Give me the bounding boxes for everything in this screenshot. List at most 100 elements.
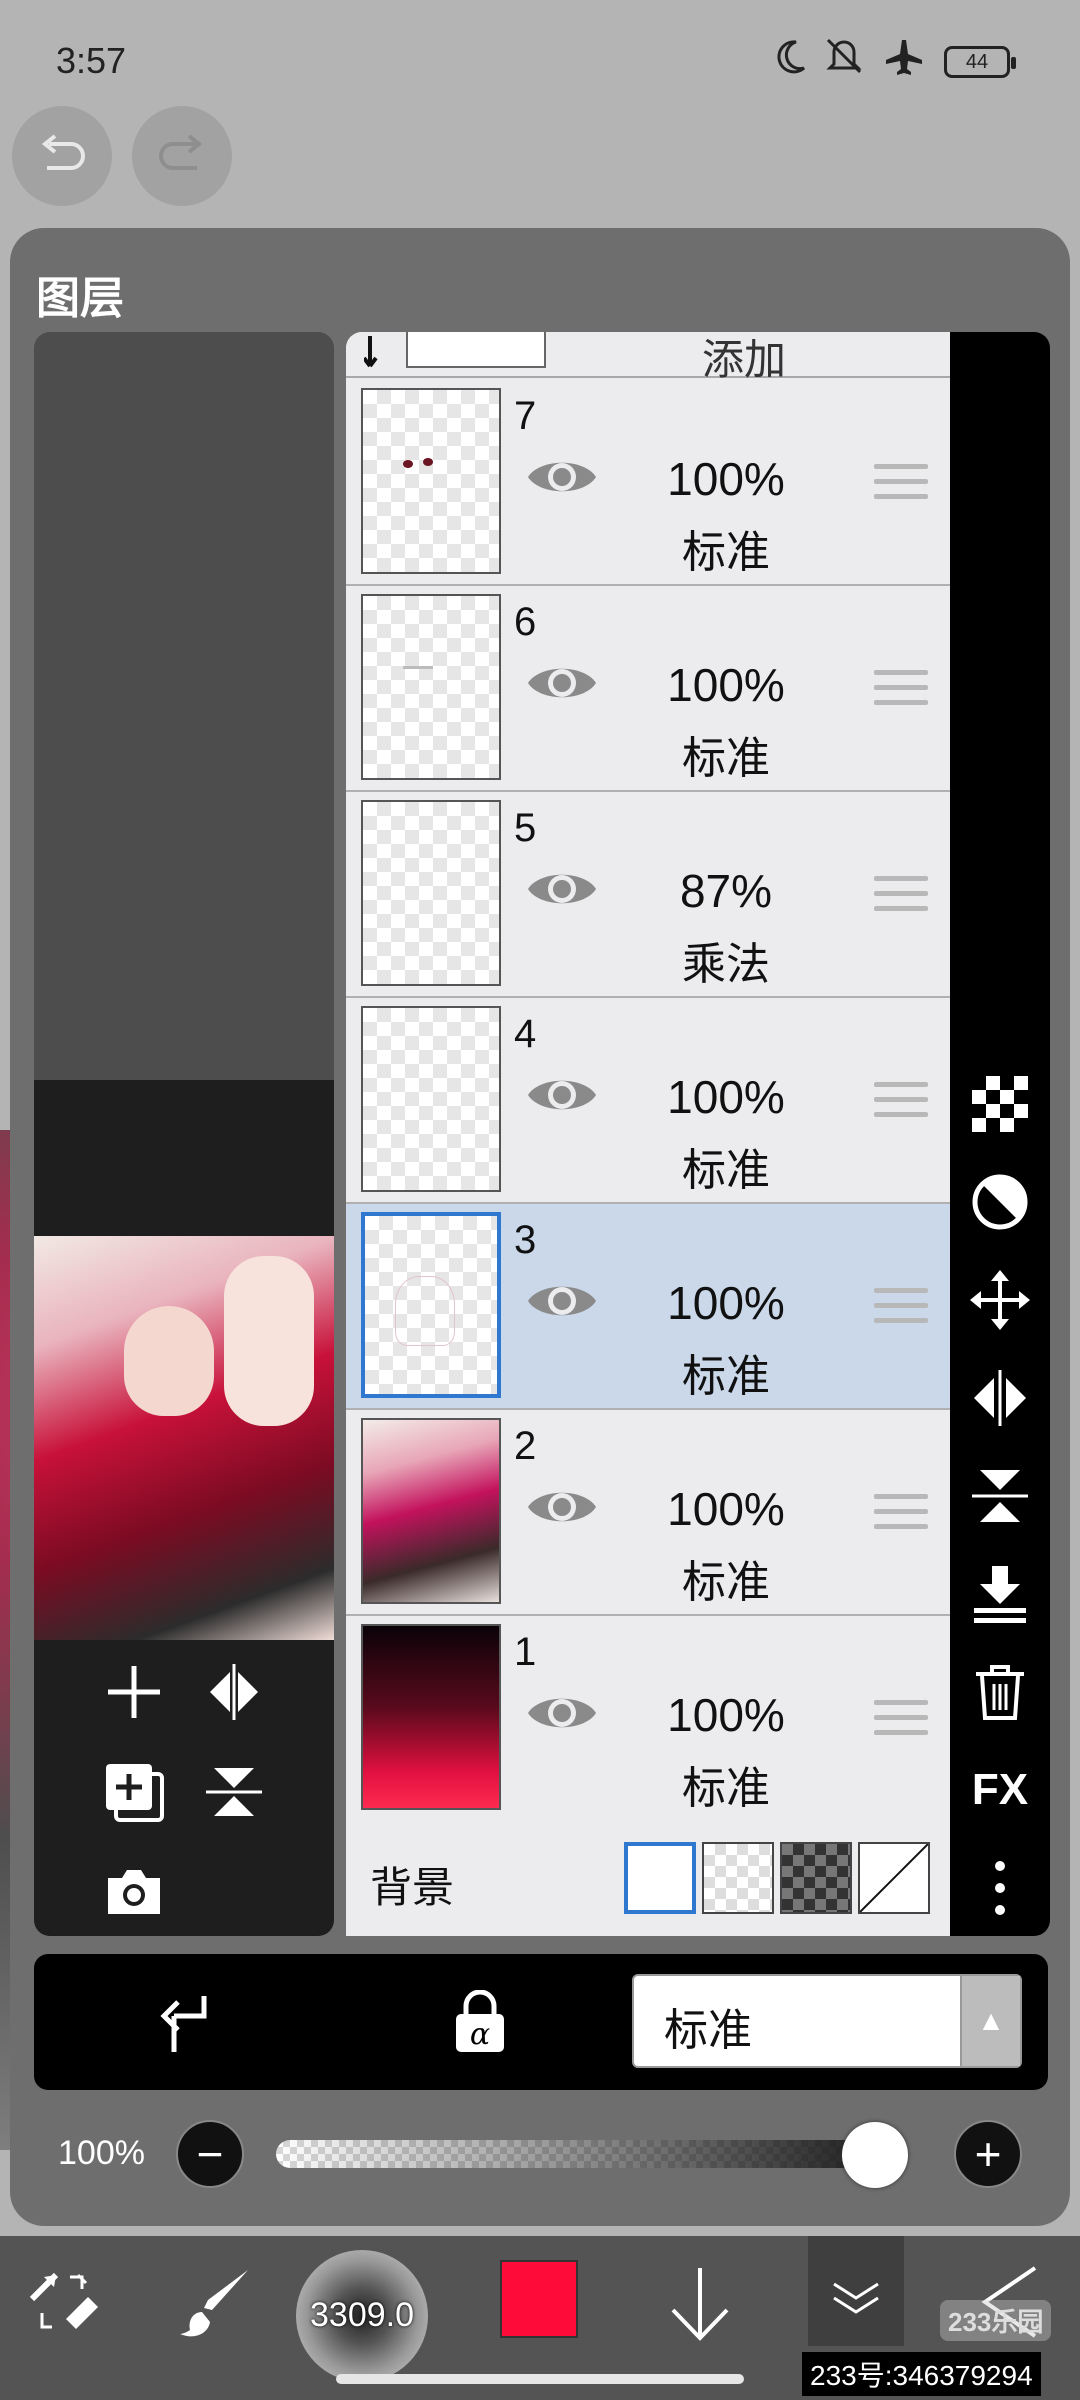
duplicate-layer-button[interactable] xyxy=(94,1752,174,1832)
layer-list[interactable]: 添加 7 100% 标准 6 100% 标准 5 87% 乘法 4 100% 标准 3 100% 标准 2 10… xyxy=(346,332,950,1936)
transform-tool-button[interactable] xyxy=(24,2264,104,2344)
blend-mode-select[interactable]: 标准 ▲ xyxy=(632,1974,1022,2068)
opacity-slider-track[interactable] xyxy=(276,2140,908,2168)
layer-blend-mode: 标准 xyxy=(682,734,770,783)
flip-vertical-layer-button[interactable] xyxy=(964,1460,1036,1532)
camera-button[interactable] xyxy=(94,1852,174,1932)
clip-icon xyxy=(160,1996,207,2052)
layer-number: 3 xyxy=(514,1218,537,1262)
svg-text:α: α xyxy=(470,2017,490,2052)
layer-side-toolbar: FX xyxy=(950,332,1050,1936)
eye-icon[interactable] xyxy=(524,1276,600,1326)
flip-horizontal-button[interactable] xyxy=(194,1652,274,1732)
partial-layer-row[interactable]: 添加 xyxy=(346,332,950,383)
trash-icon xyxy=(976,1665,1024,1720)
layer-row-6[interactable]: 6 100% 标准 xyxy=(346,586,950,792)
brush-icon xyxy=(180,2270,248,2337)
background-transparent-dark-option[interactable] xyxy=(780,1842,852,1914)
alpha-lock-button[interactable]: α xyxy=(440,1982,520,2062)
mute-icon xyxy=(822,36,866,86)
battery-icon: 44 xyxy=(944,46,1016,78)
merge-down-icon xyxy=(974,1566,1026,1623)
layer-row-7[interactable]: 7 100% 标准 xyxy=(346,380,950,586)
checker-icon xyxy=(972,1076,1028,1132)
download-button[interactable] xyxy=(660,2264,740,2344)
undo-button[interactable] xyxy=(12,106,112,206)
layer-thumbnail[interactable] xyxy=(361,1212,501,1398)
layer-row-4[interactable]: 4 100% 标准 xyxy=(346,998,950,1204)
layer-opacity: 100% xyxy=(667,1689,785,1741)
eye-icon[interactable] xyxy=(524,1688,600,1738)
layer-number: 1 xyxy=(514,1630,537,1674)
delete-layer-button[interactable] xyxy=(964,1656,1036,1728)
layer-opacity: 87% xyxy=(679,865,773,917)
partial-layer-blend: 添加 xyxy=(702,336,787,383)
fx-button[interactable]: FX xyxy=(964,1754,1036,1826)
move-icon xyxy=(970,1270,1030,1330)
airplane-icon xyxy=(882,36,926,86)
layer-row-5[interactable]: 5 87% 乘法 xyxy=(346,792,950,998)
layer-row-2[interactable]: 2 100% 标准 xyxy=(346,1410,950,1616)
background-row: 背景 xyxy=(346,1820,950,1936)
color-swatch[interactable] xyxy=(500,2260,578,2338)
opacity-slider-knob[interactable] xyxy=(842,2122,908,2188)
flip-horizontal-layer-button[interactable] xyxy=(964,1362,1036,1434)
redo-button[interactable] xyxy=(132,106,232,206)
minus-icon: − xyxy=(196,2128,224,2180)
brush-tool-button[interactable] xyxy=(176,2264,256,2344)
layer-row-1[interactable]: 1 100% 标准 xyxy=(346,1616,950,1822)
opacity-decrease-button[interactable]: − xyxy=(176,2120,244,2188)
flip-vertical-button[interactable] xyxy=(194,1752,274,1832)
layer-blend-mode: 标准 xyxy=(682,1146,770,1195)
background-none-option[interactable] xyxy=(858,1842,930,1914)
duplicate-layer-icon xyxy=(106,1764,164,1822)
flip-horizontal-icon xyxy=(210,1664,258,1720)
layer-row-3[interactable]: 3 100% 标准 xyxy=(346,1204,950,1410)
background-white-option[interactable] xyxy=(624,1842,696,1914)
move-button[interactable] xyxy=(964,1264,1036,1336)
contrast-button[interactable] xyxy=(964,1166,1036,1238)
more-options-button[interactable] xyxy=(964,1852,1036,1924)
layer-thumbnail[interactable] xyxy=(361,1418,501,1604)
layer-number: 5 xyxy=(514,806,537,850)
drag-handle-icon[interactable] xyxy=(874,1494,928,1539)
checker-button[interactable] xyxy=(964,1068,1036,1140)
layer-thumbnail[interactable] xyxy=(361,1624,501,1810)
opacity-label: 100% xyxy=(58,2134,145,2172)
layer-thumbnail[interactable] xyxy=(361,388,501,574)
drag-handle-icon[interactable] xyxy=(874,1700,928,1745)
more-icon xyxy=(995,1861,1005,1915)
opacity-increase-button[interactable]: + xyxy=(954,2120,1022,2188)
eye-icon[interactable] xyxy=(524,658,600,708)
layer-number: 2 xyxy=(514,1424,537,1468)
drag-handle-icon[interactable] xyxy=(874,464,928,509)
drag-handle-icon[interactable] xyxy=(874,876,928,921)
clip-button[interactable] xyxy=(144,1982,224,2062)
watermark-logo: 233乐园 xyxy=(940,2300,1052,2341)
layer-thumbnail[interactable] xyxy=(361,1006,501,1192)
layer-thumbnail[interactable] xyxy=(361,800,501,986)
camera-icon xyxy=(108,1870,160,1914)
flip-vertical-icon xyxy=(206,1768,262,1816)
drag-handle-icon[interactable] xyxy=(874,1288,928,1333)
eye-icon[interactable] xyxy=(524,1070,600,1120)
eye-icon[interactable] xyxy=(524,1482,600,1532)
background-label: 背景 xyxy=(370,1864,455,1911)
add-layer-button[interactable] xyxy=(94,1652,174,1732)
blend-mode-value: 标准 xyxy=(664,2006,752,2055)
brush-size-label: 3309.0 xyxy=(310,2296,414,2334)
layer-blend-mode: 标准 xyxy=(682,1764,770,1813)
eye-icon[interactable] xyxy=(524,452,600,502)
collapse-button[interactable] xyxy=(808,2236,904,2346)
watermark-id: 233号:346379294 xyxy=(802,2352,1041,2396)
eye-icon[interactable] xyxy=(524,864,600,914)
layer-opacity: 100% xyxy=(667,1277,785,1329)
layer-thumbnail[interactable] xyxy=(361,594,501,780)
layer-blend-mode: 标准 xyxy=(682,1352,770,1401)
layer-number: 7 xyxy=(514,394,537,438)
download-icon xyxy=(671,2268,729,2341)
drag-handle-icon[interactable] xyxy=(874,1082,928,1127)
drag-handle-icon[interactable] xyxy=(874,670,928,715)
merge-down-button[interactable] xyxy=(964,1558,1036,1630)
background-transparent-light-option[interactable] xyxy=(702,1842,774,1914)
